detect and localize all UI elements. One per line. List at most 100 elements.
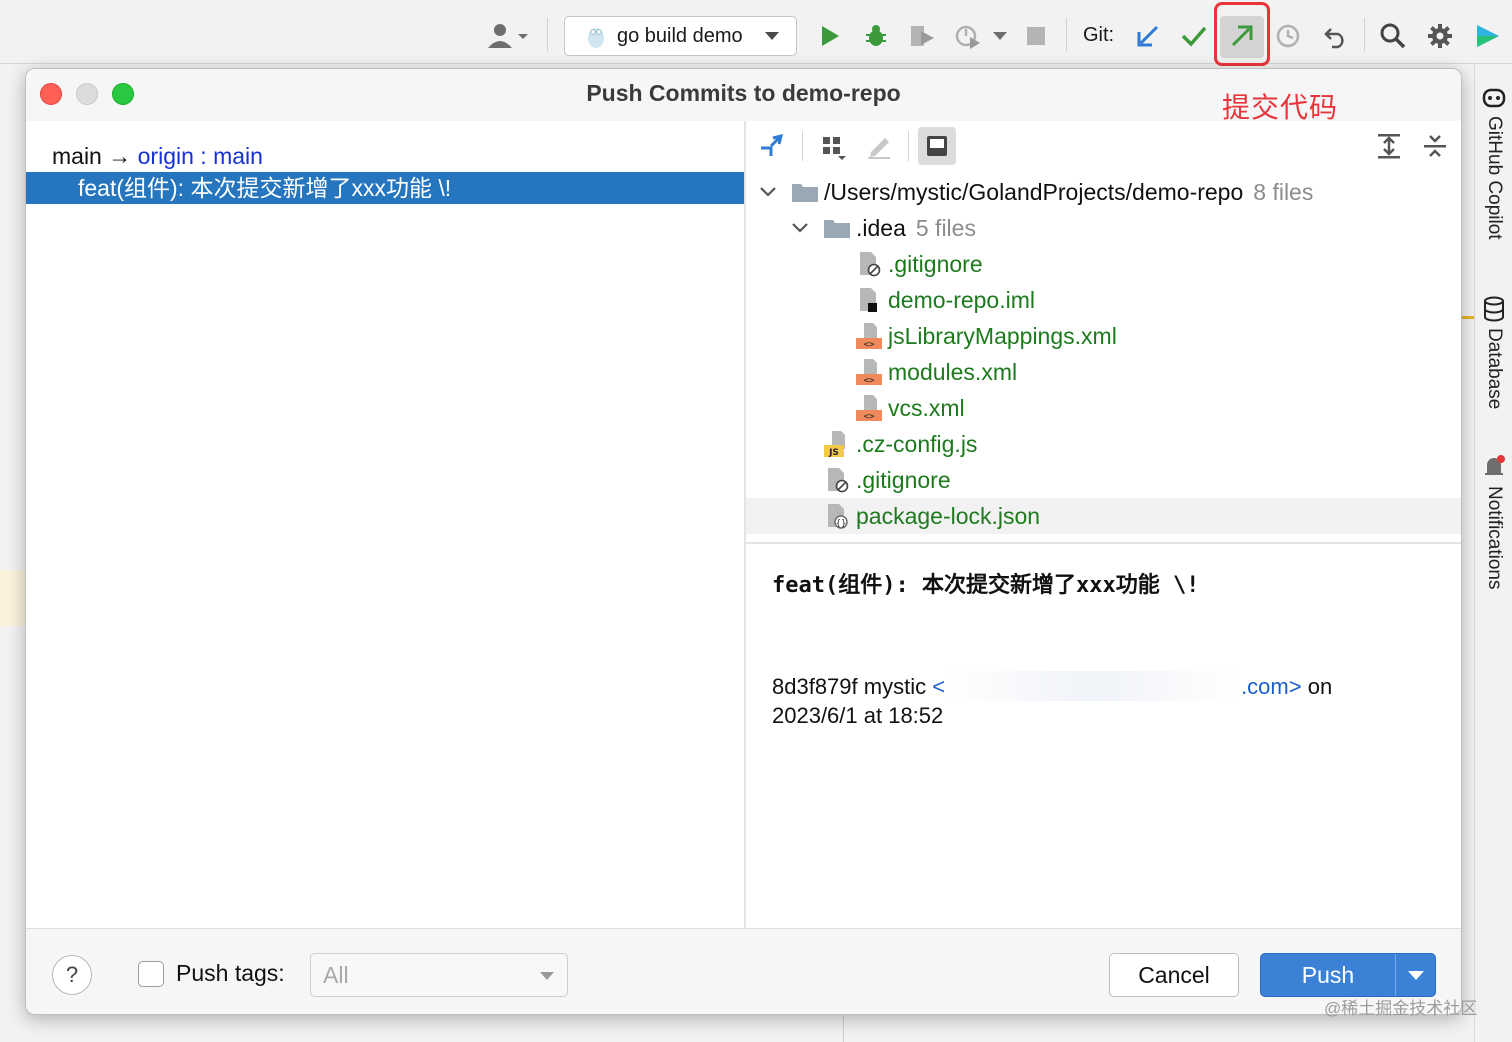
notification-bell-icon: [1485, 455, 1505, 475]
tree-file[interactable]: <> modules.xml: [746, 354, 1461, 390]
tree-root-folder[interactable]: /Users/mystic/GolandProjects/demo-repo 8…: [746, 174, 1461, 210]
commit-date: 2023/6/1 at 18:52: [772, 703, 944, 728]
folder-name: .idea: [856, 214, 906, 241]
collapse-all-icon[interactable]: [1416, 127, 1454, 165]
toolbar-separator: [908, 131, 909, 161]
database-icon: [1484, 296, 1504, 322]
push-tags-select[interactable]: All: [310, 953, 568, 997]
editor-highlight: [0, 570, 26, 626]
run-config-label: go build demo: [617, 24, 743, 47]
update-project-icon[interactable]: [1130, 18, 1166, 54]
push-commits-dialog: Push Commits to demo-repo main → origin …: [25, 68, 1462, 1015]
changes-toolbar: [746, 121, 1461, 173]
commit-hash-author: 8d3f879f mystic: [772, 674, 927, 699]
coverage-icon[interactable]: [904, 18, 940, 54]
group-by-icon[interactable]: [814, 127, 852, 165]
push-tags-checkbox[interactable]: [138, 961, 164, 987]
tree-file[interactable]: .gitignore: [746, 246, 1461, 282]
folder-name: /Users/mystic/GolandProjects/demo-repo: [824, 178, 1244, 205]
svg-text:<>: <>: [864, 340, 875, 350]
tree-file[interactable]: demo-repo.iml: [746, 282, 1461, 318]
run-configuration-selector[interactable]: go build demo: [564, 16, 797, 56]
folder-icon: [822, 213, 852, 243]
ide-logo-icon[interactable]: [1470, 18, 1506, 54]
tool-window-label: Database: [1484, 328, 1505, 410]
folder-icon: [790, 177, 820, 207]
gopher-icon: [588, 28, 604, 48]
run-icon[interactable]: [812, 18, 848, 54]
search-icon[interactable]: [1375, 18, 1411, 54]
details-splitter[interactable]: [746, 542, 1461, 544]
toolbar-separator: [1066, 18, 1067, 52]
javascript-file-icon: JS: [822, 429, 852, 459]
edit-source-icon[interactable]: [860, 127, 898, 165]
remote-separator: :: [200, 143, 207, 169]
remote-name-link[interactable]: origin: [138, 143, 194, 169]
profile-icon[interactable]: [950, 18, 986, 54]
tree-file[interactable]: <> jsLibraryMappings.xml: [746, 318, 1461, 354]
remote-branch-link[interactable]: main: [213, 143, 263, 169]
right-tool-strip: GitHub Copilot Database Notifications: [1474, 64, 1512, 1042]
expand-all-icon[interactable]: [1370, 127, 1408, 165]
show-diff-icon[interactable]: [752, 127, 790, 165]
redacted-email: [945, 671, 1242, 701]
toolbar-separator: [802, 131, 803, 161]
tree-file[interactable]: <> vcs.xml: [746, 390, 1461, 426]
commit-message: feat(组件): 本次提交新增了xxx功能 \!: [772, 573, 1200, 598]
svg-text:JS: JS: [828, 448, 839, 458]
run-options-chevron-icon[interactable]: [990, 18, 1010, 54]
email-open[interactable]: <: [932, 674, 945, 699]
tree-file[interactable]: .gitignore: [746, 462, 1461, 498]
editor-divider: [843, 1016, 844, 1042]
file-name: modules.xml: [888, 358, 1018, 385]
commit-details: feat(组件): 本次提交新增了xxx功能 \! 8d3f879f mysti…: [772, 567, 1452, 728]
tool-window-notifications[interactable]: Notifications: [1475, 454, 1512, 590]
svg-text:<>: <>: [864, 412, 875, 422]
push-tags-value: All: [323, 962, 349, 988]
commits-pane: main → origin : main feat(组件): 本次提交新增了xx…: [26, 121, 744, 928]
push-highlight-box: [1214, 2, 1270, 66]
xml-file-icon: <>: [854, 321, 884, 351]
ignore-file-icon: [822, 465, 852, 495]
toolbar-separator: [1364, 18, 1365, 52]
tree-folder-idea[interactable]: .idea 5 files: [746, 210, 1461, 246]
tool-window-database[interactable]: Database: [1475, 296, 1512, 409]
tool-window-label: GitHub Copilot: [1484, 116, 1505, 240]
file-name: vcs.xml: [888, 394, 965, 421]
user-icon[interactable]: [484, 18, 532, 54]
push-tags-label: Push tags:: [176, 960, 285, 986]
watermark: @稀土掘金技术社区: [1324, 999, 1478, 1018]
svg-text:<>: <>: [864, 376, 875, 386]
email-link[interactable]: .com>: [1241, 674, 1302, 699]
push-button-label[interactable]: Push: [1261, 954, 1395, 996]
settings-icon[interactable]: [1422, 18, 1458, 54]
xml-file-icon: <>: [854, 393, 884, 423]
tool-window-github-copilot[interactable]: GitHub Copilot: [1475, 84, 1512, 240]
changes-pane: /Users/mystic/GolandProjects/demo-repo 8…: [746, 121, 1461, 928]
chevron-down-icon[interactable]: [790, 223, 810, 233]
chevron-down-icon[interactable]: [758, 187, 778, 197]
local-branch: main: [52, 143, 102, 169]
scroll-marker: [1462, 316, 1474, 319]
dialog-footer: ? Push tags: All Cancel Push: [26, 928, 1461, 1014]
commit-list-item[interactable]: feat(组件): 本次提交新增了xxx功能 \!: [26, 172, 744, 204]
commit-icon[interactable]: [1176, 18, 1212, 54]
history-icon[interactable]: [1270, 18, 1306, 54]
file-name: .cz-config.js: [856, 430, 978, 457]
push-options-chevron-icon[interactable]: [1396, 954, 1436, 996]
svg-text:{}: {}: [836, 519, 847, 529]
preview-diff-icon[interactable]: [918, 127, 956, 165]
debug-icon[interactable]: [858, 18, 894, 54]
cancel-button[interactable]: Cancel: [1109, 953, 1239, 997]
file-name: demo-repo.iml: [888, 286, 1035, 313]
arrow-right-icon: →: [108, 143, 132, 169]
help-button[interactable]: ?: [52, 955, 92, 995]
git-label: Git:: [1083, 24, 1115, 46]
toolbar-separator: [547, 18, 548, 52]
tree-file[interactable]: {} package-lock.json: [746, 498, 1461, 534]
tree-file[interactable]: JS .cz-config.js: [746, 426, 1461, 462]
tool-window-label: Notifications: [1484, 486, 1505, 590]
rollback-icon[interactable]: [1318, 18, 1354, 54]
stop-icon[interactable]: [1020, 18, 1052, 54]
push-button[interactable]: Push: [1260, 953, 1436, 997]
